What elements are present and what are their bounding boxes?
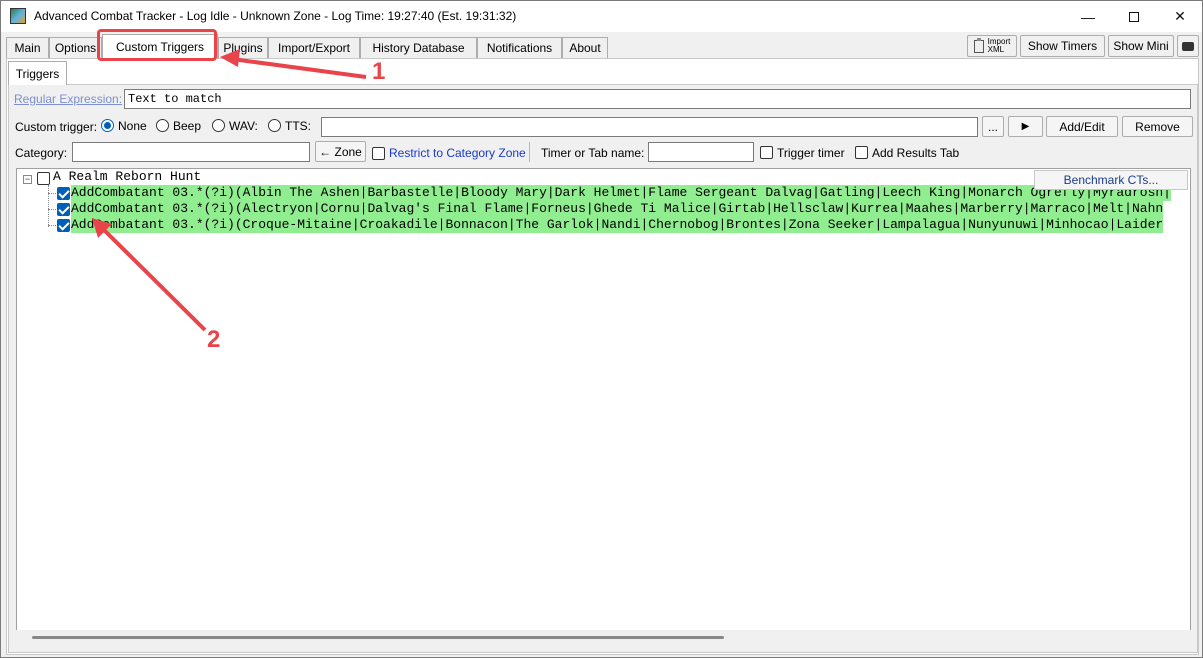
camera-icon (1182, 41, 1194, 51)
play-button[interactable]: ▶ (1008, 116, 1043, 137)
scrollbar-thumb[interactable] (32, 636, 724, 639)
trigger-item[interactable]: AddCombatant 03.*(?i)(Albin The Ashen|Ba… (71, 185, 1171, 201)
close-button[interactable]: ✕ (1157, 1, 1203, 32)
zone-button[interactable]: ← Zone (315, 141, 366, 162)
radio-tts[interactable] (268, 119, 281, 132)
import-xml-label: Import XML (987, 37, 1011, 54)
category-label: Category: (15, 146, 68, 160)
minimize-button[interactable]: — (1065, 1, 1111, 32)
trigger-timer-checkbox[interactable] (760, 146, 773, 159)
custom-trigger-input[interactable] (321, 117, 978, 137)
show-timers-button[interactable]: Show Timers (1020, 35, 1105, 57)
separator (529, 142, 530, 162)
category-node[interactable]: A Realm Reborn Hunt (53, 169, 201, 185)
annotation-highlight-box (97, 29, 217, 61)
browse-wav-button[interactable]: ... (982, 116, 1004, 137)
timer-tab-label: Timer or Tab name: (541, 146, 645, 160)
trigger-checkbox[interactable] (57, 203, 70, 216)
regex-help-link[interactable]: Regular Expression: (14, 92, 122, 106)
add-results-tab-checkbox[interactable] (855, 146, 868, 159)
show-mini-button[interactable]: Show Mini (1108, 35, 1174, 57)
category-checkbox[interactable] (37, 172, 50, 185)
tree-line (48, 185, 49, 227)
radio-beep-label: Beep (173, 119, 202, 133)
category-input[interactable] (72, 142, 310, 162)
act-app-icon (10, 8, 26, 24)
collapse-icon[interactable]: − (23, 175, 32, 184)
radio-tts-label: TTS: (285, 119, 311, 133)
custom-trigger-label: Custom trigger: (15, 120, 98, 134)
maximize-icon (1129, 11, 1139, 22)
trigger-item[interactable]: AddCombatant 03.*(?i)(Croque-Mitaine|Cro… (71, 217, 1164, 233)
screenshot-button[interactable] (1177, 35, 1199, 57)
timer-tab-input[interactable] (648, 142, 754, 162)
tab-main[interactable]: Main (6, 37, 49, 58)
import-xml-button[interactable]: Import XML (967, 35, 1017, 57)
radio-wav-label: WAV: (229, 119, 258, 133)
tab-notifications[interactable]: Notifications (477, 37, 562, 58)
add-results-tab-label: Add Results Tab (872, 146, 960, 160)
radio-none[interactable] (101, 119, 114, 132)
tab-import-export[interactable]: Import/Export (268, 37, 360, 58)
trigger-tree: − A Realm Reborn Hunt AddCombatant 03.*(… (16, 168, 1191, 631)
benchmark-cts-button[interactable]: Benchmark CTs... (1034, 170, 1188, 190)
subtab-triggers[interactable]: Triggers (8, 61, 67, 85)
remove-button[interactable]: Remove (1122, 116, 1193, 137)
horizontal-scrollbar[interactable] (16, 630, 1191, 644)
trigger-checkbox[interactable] (57, 187, 70, 200)
tab-options[interactable]: Options (49, 37, 102, 58)
restrict-zone-label: Restrict to Category Zone (389, 146, 526, 160)
radio-none-label: None (118, 119, 147, 133)
annotation-label-1: 1 (372, 58, 386, 85)
radio-beep[interactable] (156, 119, 169, 132)
tab-history-database[interactable]: History Database (360, 37, 477, 58)
restrict-zone-checkbox[interactable] (372, 147, 385, 160)
tab-plugins[interactable]: Plugins (218, 37, 268, 58)
tab-about[interactable]: About (562, 37, 608, 58)
clipboard-icon (973, 37, 984, 53)
radio-wav[interactable] (212, 119, 225, 132)
app-window: Advanced Combat Tracker - Log Idle - Unk… (0, 0, 1203, 658)
maximize-button[interactable] (1111, 1, 1157, 32)
trigger-timer-label: Trigger timer (777, 146, 845, 160)
trigger-item[interactable]: AddCombatant 03.*(?i)(Alectryon|Cornu|Da… (71, 201, 1164, 217)
trigger-checkbox[interactable] (57, 219, 70, 232)
annotation-label-2: 2 (207, 326, 221, 353)
title-bar: Advanced Combat Tracker - Log Idle - Unk… (1, 1, 1202, 32)
window-title: Advanced Combat Tracker - Log Idle - Unk… (34, 9, 517, 23)
regex-input[interactable]: Text to match (124, 89, 1191, 109)
add-edit-button[interactable]: Add/Edit (1046, 116, 1118, 137)
